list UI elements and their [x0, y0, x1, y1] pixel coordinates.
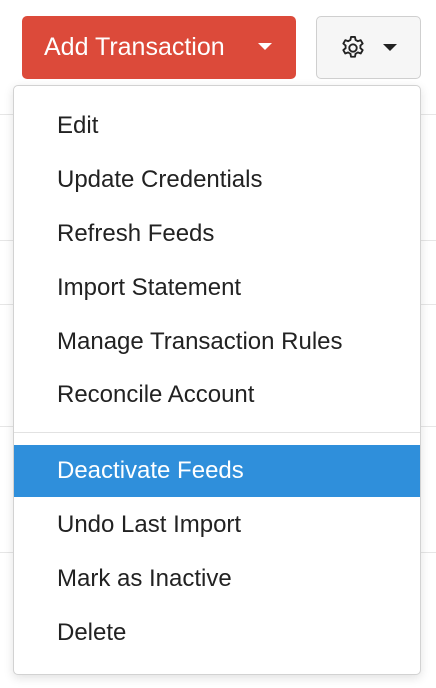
chevron-down-icon: [383, 44, 397, 51]
menu-item-label: Deactivate Feeds: [57, 457, 244, 484]
menu-item-label: Undo Last Import: [57, 511, 242, 538]
background-divider: [0, 114, 14, 115]
gear-icon: [342, 35, 364, 58]
background-divider: [420, 552, 436, 553]
settings-menu-button[interactable]: [316, 16, 421, 79]
background-divider: [420, 426, 436, 427]
background-divider: [420, 304, 436, 305]
menu-item-update-credentials[interactable]: Update Credentials: [14, 154, 420, 206]
add-transaction-label: Add Transaction: [44, 33, 225, 61]
menu-item-delete[interactable]: Delete: [14, 607, 420, 659]
menu-item-manage-transaction-rules[interactable]: Manage Transaction Rules: [14, 316, 420, 368]
menu-item-label: Import Statement: [57, 274, 242, 301]
background-divider: [0, 240, 14, 241]
background-divider: [420, 240, 436, 241]
menu-item-deactivate-feeds[interactable]: Deactivate Feeds: [14, 445, 420, 497]
menu-item-import-statement[interactable]: Import Statement: [14, 262, 420, 314]
add-transaction-button[interactable]: Add Transaction: [22, 16, 296, 79]
menu-item-label: Reconcile Account: [57, 381, 255, 408]
background-divider: [0, 304, 14, 305]
menu-item-label: Delete: [57, 619, 127, 646]
menu-item-mark-as-inactive[interactable]: Mark as Inactive: [14, 553, 420, 605]
settings-dropdown-menu: Edit Update Credentials Refresh Feeds Im…: [13, 85, 421, 675]
menu-item-label: Refresh Feeds: [57, 220, 215, 247]
menu-item-undo-last-import[interactable]: Undo Last Import: [14, 499, 420, 551]
menu-item-edit[interactable]: Edit: [14, 100, 420, 152]
menu-item-refresh-feeds[interactable]: Refresh Feeds: [14, 208, 420, 260]
menu-item-label: Mark as Inactive: [57, 565, 232, 592]
menu-item-label: Update Credentials: [57, 166, 263, 193]
chevron-down-icon: [258, 43, 272, 50]
page: Add Transaction Edit Update Credentials …: [0, 0, 436, 688]
menu-divider: [14, 432, 420, 433]
background-divider: [0, 552, 14, 553]
background-divider: [0, 426, 14, 427]
menu-item-label: Edit: [57, 112, 99, 139]
background-divider: [420, 114, 436, 115]
menu-item-reconcile-account[interactable]: Reconcile Account: [14, 369, 420, 421]
menu-item-label: Manage Transaction Rules: [57, 328, 343, 355]
